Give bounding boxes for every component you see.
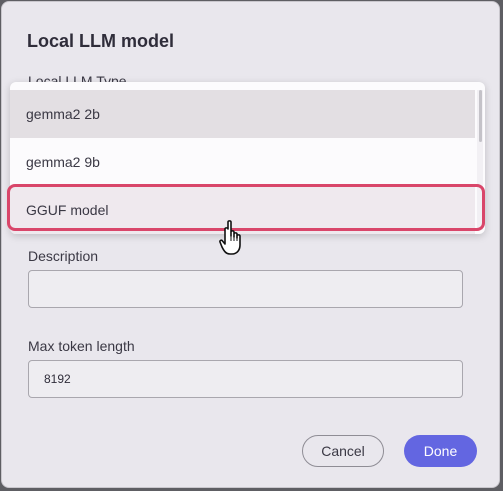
max-token-length-input[interactable]: 8192 bbox=[28, 360, 463, 398]
dropdown-option-gemma2-2b[interactable]: gemma2 2b bbox=[10, 90, 475, 138]
hand-pointer-icon bbox=[219, 220, 241, 255]
dropdown-scroll-thumb[interactable] bbox=[479, 90, 482, 142]
dropdown-option-gemma2-9b[interactable]: gemma2 9b bbox=[10, 138, 475, 186]
dialog-title: Local LLM model bbox=[27, 31, 175, 51]
max-token-length-label: Max token length bbox=[28, 338, 135, 354]
llm-type-dropdown-menu: gemma2 2b gemma2 9b GGUF model bbox=[10, 82, 485, 234]
cancel-button[interactable]: Cancel bbox=[302, 435, 384, 467]
description-input[interactable] bbox=[28, 270, 463, 308]
description-label: Description bbox=[28, 248, 99, 264]
done-button[interactable]: Done bbox=[404, 435, 477, 467]
local-llm-model-dialog: Local LLM model Local LLM Type Descripti… bbox=[1, 1, 500, 488]
